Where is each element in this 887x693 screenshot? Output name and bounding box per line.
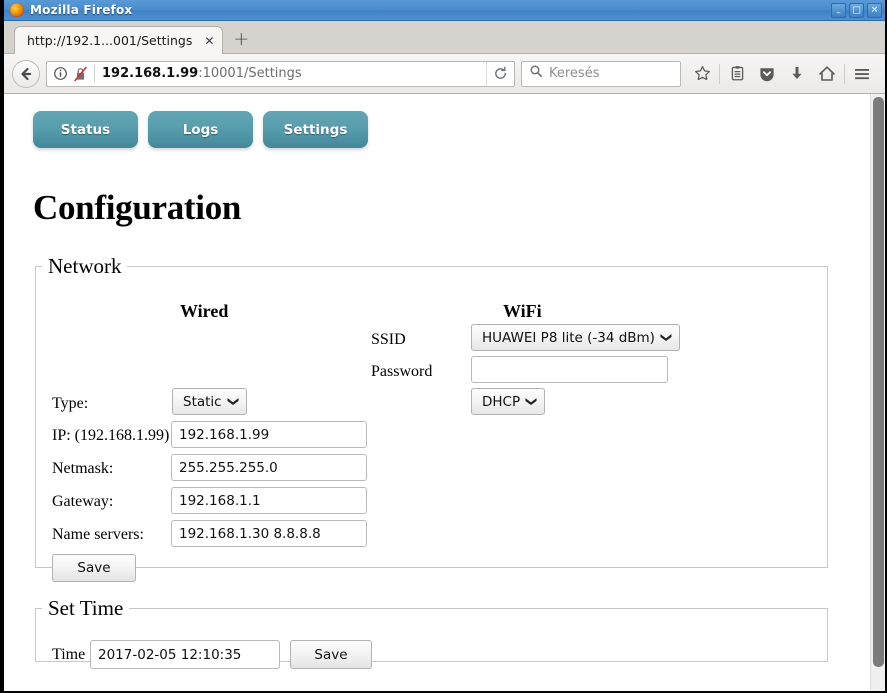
nav-button-label: Settings xyxy=(283,121,348,138)
url-host: 192.168.1.99 xyxy=(102,66,199,81)
downloads-icon[interactable] xyxy=(782,59,812,89)
toolbar-icon-group xyxy=(687,59,877,89)
chevron-down-icon: ❯ xyxy=(226,396,240,407)
chevron-down-icon: ❯ xyxy=(660,332,674,343)
window-controls: – □ ✕ xyxy=(831,3,882,18)
type-label: Type: xyxy=(52,395,89,412)
network-fieldset: Network Wired WiFi SSID HUAWEI P8 lite (… xyxy=(35,254,828,582)
url-text: 192.168.1.99:10001/Settings xyxy=(102,66,486,81)
ip-input[interactable] xyxy=(171,421,367,448)
page-viewport: Status Logs Settings Configuration Netwo… xyxy=(4,94,885,691)
library-icon[interactable] xyxy=(722,59,752,89)
minimize-icon: – xyxy=(836,7,841,18)
time-save-button[interactable]: Save xyxy=(290,640,372,669)
reload-button[interactable] xyxy=(486,61,514,86)
browser-window: Mozilla Firefox – □ ✕ http://192.1...001… xyxy=(0,0,887,693)
insecure-connection-icon[interactable] xyxy=(73,66,88,82)
page-title: Configuration xyxy=(33,188,242,227)
nameservers-label: Name servers: xyxy=(52,526,144,543)
nav-button-logs[interactable]: Logs xyxy=(148,111,253,148)
search-icon xyxy=(529,64,543,83)
gateway-label: Gateway: xyxy=(52,493,114,510)
page-content: Status Logs Settings Configuration Netwo… xyxy=(4,94,870,691)
nameservers-input[interactable] xyxy=(171,520,367,547)
pocket-icon[interactable] xyxy=(752,59,782,89)
url-bar[interactable]: 192.168.1.99:10001/Settings xyxy=(46,60,515,87)
network-save-button[interactable]: Save xyxy=(52,554,136,582)
urlbar-separator xyxy=(94,65,95,82)
scrollbar-thumb[interactable] xyxy=(873,97,884,667)
time-input[interactable] xyxy=(90,640,280,669)
new-tab-button[interactable]: + xyxy=(233,30,249,49)
home-icon[interactable] xyxy=(812,59,842,89)
ssid-select[interactable]: HUAWEI P8 lite (-34 dBm) ❯ xyxy=(471,324,681,351)
reload-icon xyxy=(495,66,506,79)
chevron-down-icon: ❯ xyxy=(525,396,539,407)
window-titlebar: Mozilla Firefox – □ ✕ xyxy=(4,0,885,21)
site-nav: Status Logs Settings xyxy=(4,94,870,148)
window-title: Mozilla Firefox xyxy=(30,3,133,17)
minimize-button[interactable]: – xyxy=(831,3,846,18)
wired-type-value: Static xyxy=(183,393,222,410)
network-legend: Network xyxy=(48,254,122,278)
search-bar[interactable]: Keresés xyxy=(521,60,681,87)
page-scrollbar[interactable] xyxy=(870,94,885,691)
close-button[interactable]: ✕ xyxy=(867,3,882,18)
toolbar-separator xyxy=(844,63,845,84)
firefox-logo-icon xyxy=(10,3,24,17)
ssid-select-value: HUAWEI P8 lite (-34 dBm) xyxy=(482,329,655,346)
settime-fieldset: Set Time Time Save xyxy=(35,596,828,669)
bookmark-star-icon[interactable] xyxy=(687,59,717,89)
search-input-placeholder: Keresés xyxy=(549,66,600,81)
close-icon: ✕ xyxy=(870,5,879,15)
password-input[interactable] xyxy=(471,356,668,383)
page-info-icon[interactable] xyxy=(53,66,68,81)
browser-tab[interactable]: http://192.1...001/Settings ✕ xyxy=(14,26,224,54)
nav-button-status[interactable]: Status xyxy=(33,111,138,148)
gateway-input[interactable] xyxy=(171,487,367,514)
back-button[interactable] xyxy=(12,59,40,88)
tab-strip: http://192.1...001/Settings ✕ + xyxy=(4,21,885,54)
settime-legend: Set Time xyxy=(48,596,124,620)
wifi-type-value: DHCP xyxy=(482,393,521,410)
back-arrow-icon xyxy=(21,67,32,80)
password-label: Password xyxy=(371,363,433,380)
ssid-label: SSID xyxy=(371,331,406,348)
time-label: Time xyxy=(52,646,86,663)
tab-close-icon[interactable]: ✕ xyxy=(204,35,214,47)
url-path: :10001/Settings xyxy=(198,66,302,81)
nav-button-label: Logs xyxy=(182,121,219,138)
nav-button-settings[interactable]: Settings xyxy=(263,111,368,148)
toolbar-separator xyxy=(719,63,720,84)
ip-label: IP: (192.168.1.99) xyxy=(52,427,170,444)
maximize-icon: □ xyxy=(852,5,861,15)
netmask-input[interactable] xyxy=(171,454,367,481)
menu-hamburger-icon[interactable] xyxy=(847,59,877,89)
navigation-toolbar: 192.168.1.99:10001/Settings Keresés xyxy=(4,54,885,94)
wired-column-header: Wired xyxy=(180,301,229,321)
wifi-column-header: WiFi xyxy=(503,301,542,321)
wifi-type-select[interactable]: DHCP ❯ xyxy=(471,388,546,415)
maximize-button[interactable]: □ xyxy=(849,3,864,18)
wired-type-select[interactable]: Static ❯ xyxy=(172,388,247,415)
nav-button-label: Status xyxy=(60,121,111,138)
netmask-label: Netmask: xyxy=(52,460,114,477)
tab-title: http://192.1...001/Settings xyxy=(27,33,193,48)
